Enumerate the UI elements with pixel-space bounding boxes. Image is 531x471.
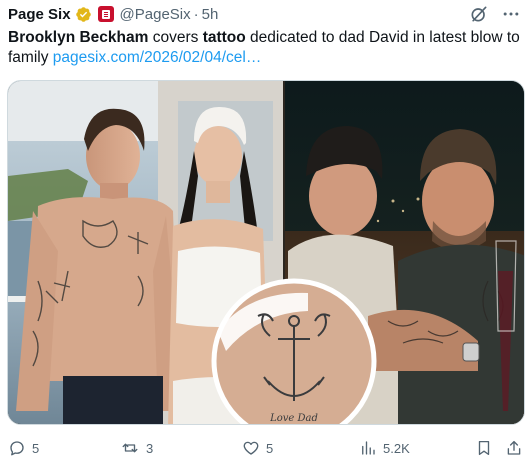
- media-illustration: Love Dad: [8, 81, 524, 424]
- post[interactable]: Page Six @PageSix · 5h Brooklyn Beckham …: [0, 0, 531, 471]
- tattoo-inset: Love Dad: [211, 278, 377, 424]
- like-button[interactable]: 5: [242, 436, 273, 460]
- post-time[interactable]: 5h: [202, 6, 219, 23]
- like-count: 5: [266, 440, 274, 456]
- action-bar: 5 3 5 5.2K: [0, 436, 531, 462]
- more-icon[interactable]: [501, 4, 521, 24]
- reply-count: 5: [32, 440, 40, 456]
- views-button[interactable]: 5.2K: [359, 436, 410, 460]
- header-actions: [469, 4, 521, 24]
- repost-count: 3: [146, 440, 154, 456]
- repost-button[interactable]: 3: [120, 436, 153, 460]
- post-text: Brooklyn Beckham covers tattoo dedicated…: [8, 28, 523, 68]
- post-header: Page Six @PageSix · 5h: [8, 4, 218, 24]
- affiliate-badge-icon: [97, 6, 114, 22]
- verified-badge-icon: [75, 6, 91, 22]
- author-handle[interactable]: @PageSix: [120, 6, 191, 23]
- tattoo-script-text: Love Dad: [269, 413, 318, 424]
- bookmark-button[interactable]: [475, 436, 493, 460]
- separator: ·: [193, 5, 199, 23]
- share-icon: [507, 440, 521, 455]
- share-button[interactable]: [505, 436, 523, 460]
- article-link[interactable]: pagesix.com/2026/02/04/cel…: [53, 49, 262, 66]
- reply-button[interactable]: 5: [8, 436, 39, 460]
- text-part: covers: [148, 29, 203, 46]
- text-bold-name: Brooklyn Beckham: [8, 29, 149, 46]
- views-icon: [362, 441, 375, 455]
- post-media-image[interactable]: Love Dad: [7, 80, 525, 425]
- views-count: 5.2K: [383, 440, 410, 456]
- grok-icon[interactable]: [469, 4, 489, 24]
- author-name[interactable]: Page Six: [8, 6, 71, 23]
- repost-icon: [122, 443, 138, 453]
- text-bold-word: tattoo: [202, 29, 246, 46]
- bookmark-icon: [478, 440, 490, 456]
- reply-icon: [10, 441, 24, 456]
- heart-icon: [243, 441, 259, 455]
